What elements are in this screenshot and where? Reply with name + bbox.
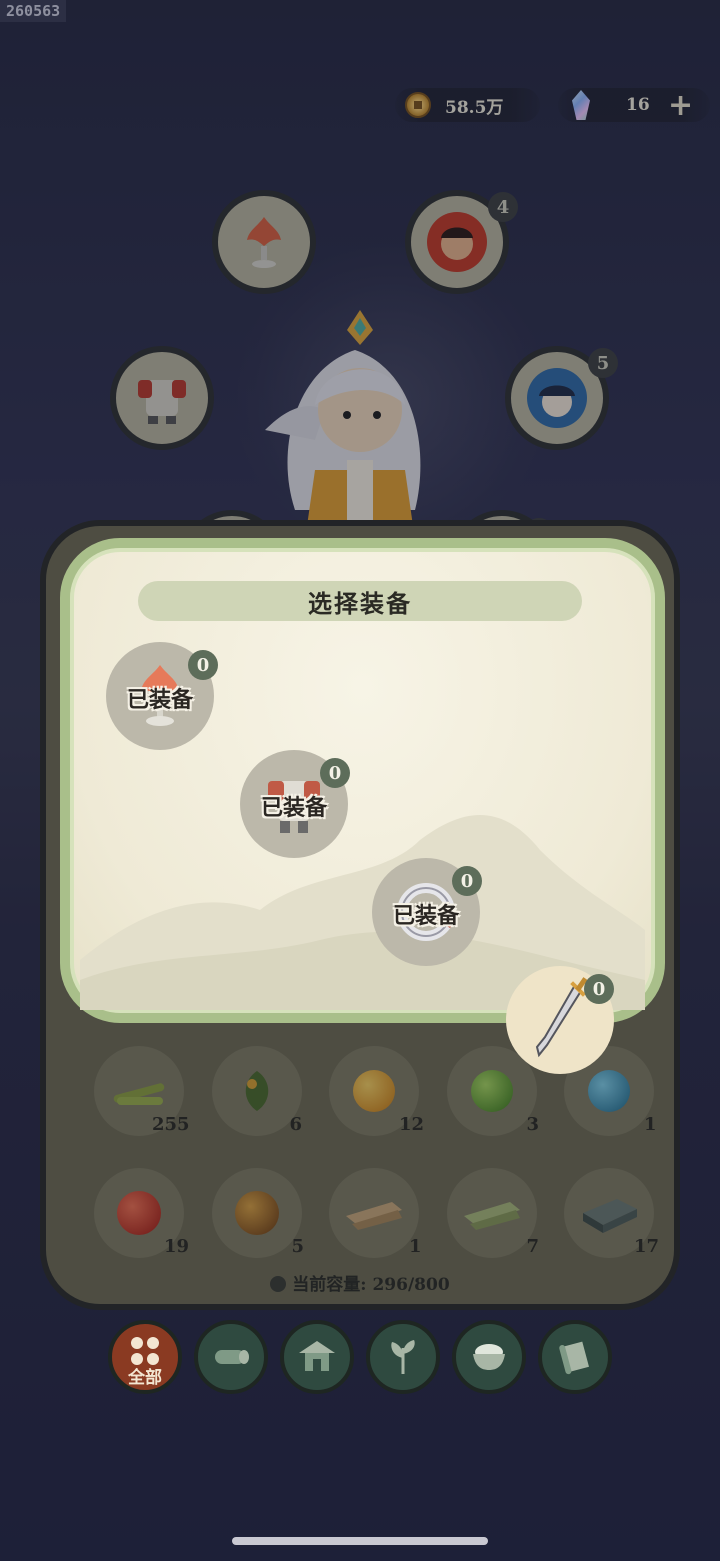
equipment-count-badge: 0 <box>452 866 482 896</box>
equipped-label: 已装备 <box>260 795 327 821</box>
leaf-icon <box>391 1340 415 1374</box>
tab-plant[interactable] <box>366 1320 440 1394</box>
tab-scroll[interactable] <box>538 1320 612 1394</box>
equipment-count-badge: 0 <box>584 974 614 1004</box>
category-tabs: 全部 <box>108 1320 612 1396</box>
equipped-label: 已装备 <box>392 903 459 929</box>
equipped-label: 已装备 <box>126 687 193 713</box>
tab-all[interactable]: 全部 <box>108 1320 182 1394</box>
tab-food[interactable] <box>452 1320 526 1394</box>
equipment-lamp[interactable]: 已装备 0 <box>106 642 218 750</box>
equipment-count-badge: 0 <box>320 758 350 788</box>
rice-bowl-icon <box>473 1344 505 1370</box>
log-icon <box>215 1350 249 1364</box>
equipment-sword[interactable]: 0 <box>506 966 614 1074</box>
home-indicator[interactable] <box>232 1537 488 1545</box>
scroll-icon <box>559 1341 589 1375</box>
equipment-ring[interactable]: 已装备 0 <box>372 858 482 966</box>
tab-building[interactable] <box>280 1320 354 1394</box>
equipment-count-badge: 0 <box>188 650 218 680</box>
house-icon <box>299 1341 335 1371</box>
dialog-title: 选择装备 <box>138 581 582 621</box>
tab-label: 全部 <box>128 1368 162 1388</box>
tab-wood[interactable] <box>194 1320 268 1394</box>
equipment-armor[interactable]: 已装备 0 <box>240 750 350 858</box>
